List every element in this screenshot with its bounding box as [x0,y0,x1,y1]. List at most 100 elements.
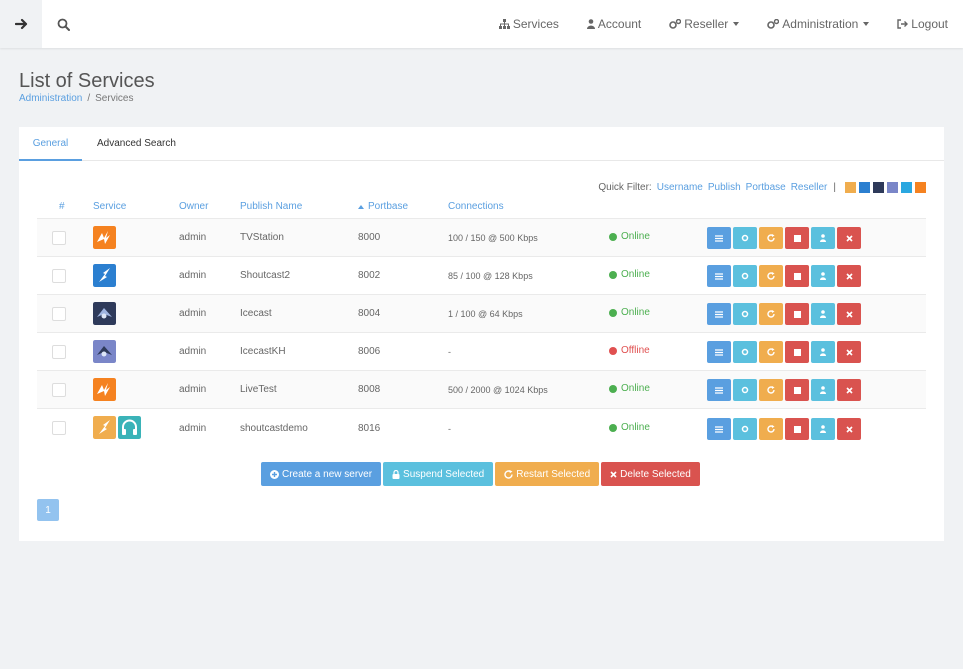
quick-filter-publish[interactable]: Publish [708,182,741,193]
stop-button[interactable] [785,227,809,249]
page-title: List of Services [19,70,155,92]
settings-button[interactable] [733,303,757,325]
restart-button[interactable] [759,227,783,249]
suspend-selected-button[interactable]: Suspend Selected [383,462,494,486]
search-icon [57,18,70,31]
stop-button[interactable] [785,265,809,287]
tab-advanced-search[interactable]: Advanced Search [97,127,176,161]
settings-button[interactable] [733,341,757,363]
quick-filter-label: Quick Filter: [598,181,652,193]
stop-icon [793,234,801,242]
sort-asc-icon [358,204,364,209]
wowza-service-icon [93,226,116,249]
settings-button[interactable] [733,227,757,249]
close-icon [845,348,853,356]
row-portbase: 8004 [358,308,381,319]
user-button[interactable] [811,227,835,249]
status-badge: Offline [609,345,650,356]
nav-administration-label: Administration [782,17,859,31]
details-button[interactable] [707,303,731,325]
row-checkbox[interactable] [52,345,66,359]
row-portbase: 8016 [358,423,381,434]
row-publish-name: TVStation [240,232,284,243]
settings-button[interactable] [733,265,757,287]
filter-icecast-icon[interactable] [873,181,884,193]
refresh-icon [767,234,775,242]
status-dot [609,346,617,355]
delete-button[interactable] [837,303,861,325]
col-connections[interactable]: Connections [448,201,504,212]
row-checkbox[interactable] [52,307,66,321]
nav-services[interactable]: Services [485,0,573,48]
delete-selected-button[interactable]: Delete Selected [601,462,700,486]
delete-button[interactable] [837,341,861,363]
restart-button[interactable] [759,418,783,440]
status-dot [609,232,617,241]
restart-button[interactable] [759,341,783,363]
details-button[interactable] [707,227,731,249]
row-publish-name: shoutcastdemo [240,423,308,434]
delete-button[interactable] [837,265,861,287]
row-checkbox[interactable] [52,383,66,397]
settings-button[interactable] [733,379,757,401]
filter-shoutcast2-icon[interactable] [859,181,870,193]
restart-button[interactable] [759,303,783,325]
list-icon [715,348,723,356]
filter-windows-media-icon[interactable] [901,181,912,193]
create-server-button[interactable]: Create a new server [261,462,382,486]
user-button[interactable] [811,341,835,363]
stop-button[interactable] [785,418,809,440]
stop-button[interactable] [785,341,809,363]
quick-filter-username[interactable]: Username [657,182,703,193]
col-portbase[interactable]: Portbase [358,201,408,212]
restart-button[interactable] [759,265,783,287]
pagination-page-1[interactable]: 1 [37,499,59,521]
filter-icecastkh-icon[interactable] [887,181,898,193]
quick-filter-separator: | [833,181,836,193]
gear-icon [741,272,749,280]
col-publish-name[interactable]: Publish Name [240,201,302,212]
quick-filter-portbase[interactable]: Portbase [746,182,786,193]
quick-filter-reseller[interactable]: Reseller [791,182,828,193]
filter-wowza-icon[interactable] [915,181,926,193]
row-checkbox[interactable] [52,269,66,283]
status-label: Offline [621,345,650,356]
col-number[interactable]: # [59,201,65,212]
details-button[interactable] [707,265,731,287]
nav-account[interactable]: Account [573,0,655,48]
delete-button[interactable] [837,379,861,401]
nav-reseller[interactable]: Reseller [655,0,753,48]
headphones-service-icon [118,416,141,439]
table-row: admin Shoutcast2 8002 85 / 100 @ 128 Kbp… [37,257,926,295]
row-publish-name: LiveTest [240,384,277,395]
row-checkbox[interactable] [52,421,66,435]
tab-general[interactable]: General [19,127,82,161]
user-button[interactable] [811,379,835,401]
delete-button[interactable] [837,418,861,440]
breadcrumb-administration[interactable]: Administration [19,93,82,104]
filter-shoutcast1-icon[interactable] [845,181,856,193]
row-actions [707,265,863,287]
stop-button[interactable] [785,303,809,325]
sidebar-toggle-button[interactable] [0,0,42,48]
row-checkbox[interactable] [52,231,66,245]
col-portbase-label: Portbase [368,201,409,212]
details-button[interactable] [707,418,731,440]
details-button[interactable] [707,379,731,401]
wowza-service-icon [93,378,116,401]
search-button[interactable] [42,0,84,48]
nav-administration[interactable]: Administration [753,0,883,48]
stop-button[interactable] [785,379,809,401]
settings-button[interactable] [733,418,757,440]
details-button[interactable] [707,341,731,363]
user-button[interactable] [811,265,835,287]
restart-selected-button[interactable]: Restart Selected [495,462,600,486]
restart-button[interactable] [759,379,783,401]
delete-button[interactable] [837,227,861,249]
col-service[interactable]: Service [93,201,126,212]
user-button[interactable] [811,303,835,325]
user-button[interactable] [811,418,835,440]
nav-logout[interactable]: Logout [883,0,963,48]
col-owner[interactable]: Owner [179,201,208,212]
sign-out-icon [897,19,909,29]
